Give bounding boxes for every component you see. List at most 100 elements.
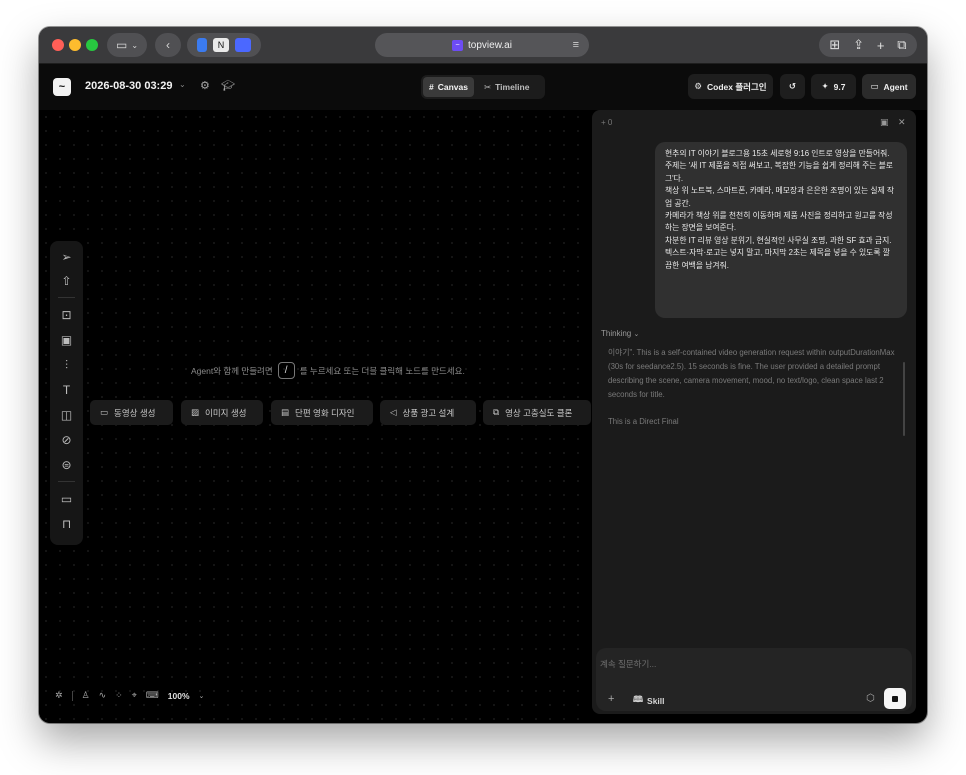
- skill-button[interactable]: 🕮︎ Skill: [633, 694, 665, 708]
- agent-panel: + 0 ▣ ✕ 현추의 IT 이야기 블로그용 15초 세로형 9:16 인트로…: [592, 110, 916, 714]
- codex-plugin-label: Codex 플러그인: [707, 81, 767, 92]
- history-button[interactable]: ↺: [780, 74, 805, 99]
- bag-icon[interactable]: ⊓: [50, 514, 83, 534]
- user-message: 현추의 IT 이야기 블로그용 15초 세로형 9:16 인트로 영상을 만들어…: [655, 142, 907, 318]
- thinking-text: 이야기". This is a self-contained video gen…: [608, 348, 895, 399]
- new-tab-plus-icon[interactable]: +: [877, 38, 885, 53]
- tab-favicon-1[interactable]: [197, 38, 207, 52]
- chevron-down-icon[interactable]: ⌄: [199, 692, 205, 700]
- settings-gear-icon[interactable]: ⚙: [200, 79, 210, 92]
- composer: + 🕮︎ Skill ⬡: [596, 648, 912, 711]
- close-icon[interactable]: ✕: [898, 117, 906, 128]
- hash-icon: #: [429, 82, 434, 92]
- back-button[interactable]: ‹: [155, 33, 181, 57]
- video-add-icon[interactable]: ▣: [50, 330, 83, 350]
- credits-button[interactable]: ✦ 9.7: [811, 74, 856, 99]
- quick-action-product-ad[interactable]: ◁ 상품 광고 설계: [380, 400, 476, 425]
- thinking-final: This is a Direct Final: [608, 417, 679, 426]
- user-message-line: 주제는 '새 IT 제품을 직접 써보고, 복잡한 기능을 쉽게 정리해 주는 …: [665, 161, 893, 183]
- sidebar-toggle-button[interactable]: ▭ ⌄: [107, 33, 147, 57]
- address-bar[interactable]: ~ topview.ai ≡: [375, 33, 589, 57]
- user-message-line: 차분한 IT 리뷰 영상 분위기, 현실적인 사무실 조명, 과한 SF 효과 …: [665, 235, 892, 245]
- thinking-label: Thinking: [601, 329, 632, 338]
- quick-action-image[interactable]: ▨ 이미지 생성: [181, 400, 263, 425]
- folder-icon[interactable]: ▭: [50, 489, 83, 509]
- attachment-counter[interactable]: + 0: [601, 118, 612, 127]
- zoom-window-button[interactable]: [86, 39, 98, 51]
- megaphone-icon: ◁: [390, 407, 397, 417]
- layers-icon[interactable]: ⊜: [50, 455, 83, 475]
- thinking-toggle[interactable]: Thinking ⌄: [601, 329, 639, 338]
- brush-icon[interactable]: ⊘: [50, 430, 83, 450]
- stamp-icon[interactable]: ♙: [82, 690, 90, 701]
- audio-waveform-icon[interactable]: ⫶: [50, 355, 83, 375]
- credits-value: 9.7: [833, 81, 846, 92]
- quick-action-video-clone[interactable]: ⧉ 영상 고충실도 클론: [483, 400, 591, 425]
- canvas-area[interactable]: ➢ ⇧ ⊡ ▣ ⫶ T ◫ ⊘ ⊜ ▭ ⊓ Agent와 함께 만들려면 / 를…: [39, 110, 591, 723]
- stop-icon: [892, 695, 898, 702]
- sticky-note-icon[interactable]: ◫: [50, 405, 83, 425]
- view-switcher: # Canvas ✂ Timeline: [421, 75, 545, 99]
- model-cube-icon[interactable]: ⬡: [866, 693, 875, 704]
- chevron-down-icon[interactable]: ⌄: [179, 80, 186, 89]
- quick-action-label: 영상 고충실도 클론: [505, 407, 573, 418]
- hint-suffix: 를 누르세요 또는 더블 클릭해 노드를 만드세요.: [299, 365, 465, 376]
- minimize-window-button[interactable]: [69, 39, 81, 51]
- bug-icon[interactable]: ✲: [55, 690, 63, 701]
- share-icon[interactable]: ⇪: [853, 37, 864, 53]
- tag-icon[interactable]: ⌖: [132, 690, 137, 701]
- sidebar-icon: ▭: [115, 38, 128, 52]
- copy-icon: ⧉: [493, 407, 500, 417]
- user-message-line: 카메라가 책상 위를 천천히 이동하며 제품 사진을 정리하고 원고를 작성하는…: [665, 211, 893, 233]
- user-message-line: 현추의 IT 이야기 블로그용 15초 세로형 9:16 인트로 영상을 만들어…: [665, 149, 890, 158]
- message-input[interactable]: [600, 656, 880, 672]
- keyboard-icon[interactable]: ⌨: [146, 690, 159, 701]
- user-message-line: 책상 위 노트북, 스마트폰, 카메라, 메모장과 은은한 조명이 있는 실제 …: [665, 186, 895, 208]
- browser-toolbar: ▭ ⌄ ‹ N ~ topview.ai ≡ ⊞ ⇪ + ⧉: [39, 27, 927, 64]
- video-icon: ▭: [100, 407, 109, 417]
- codex-plugin-button[interactable]: ⚙ Codex 플러그인: [688, 74, 773, 99]
- user-message-line: 텍스트·자막·로고는 넣지 말고, 마지막 2초는 제목을 넣을 수 있도록 깔…: [665, 248, 890, 270]
- tab-group[interactable]: N: [187, 33, 261, 57]
- quick-action-label: 동영상 생성: [114, 407, 156, 418]
- text-icon[interactable]: T: [50, 380, 83, 400]
- grid-icon[interactable]: ⊞: [829, 37, 840, 53]
- connector-icon[interactable]: ∿: [99, 690, 107, 701]
- graduation-cap-icon[interactable]: 🎓︎: [221, 79, 235, 92]
- tab-timeline[interactable]: ✂ Timeline: [478, 77, 535, 97]
- tool-palette: ➢ ⇧ ⊡ ▣ ⫶ T ◫ ⊘ ⊜ ▭ ⊓: [50, 241, 83, 545]
- slash-key: /: [277, 362, 295, 379]
- image-add-icon[interactable]: ⊡: [50, 305, 83, 325]
- divider: [71, 690, 73, 701]
- openai-icon: ⚙: [694, 81, 702, 91]
- agent-button[interactable]: ▭ Agent: [862, 74, 916, 99]
- notion-icon[interactable]: N: [213, 38, 229, 52]
- stop-button[interactable]: [884, 688, 906, 709]
- close-window-button[interactable]: [52, 39, 64, 51]
- reader-icon[interactable]: ≡: [573, 39, 579, 51]
- tab-favicon-3[interactable]: [235, 38, 251, 52]
- toolbar-divider: [58, 297, 75, 298]
- zoom-level[interactable]: 100%: [168, 691, 190, 701]
- expand-panel-icon[interactable]: ▣: [880, 117, 889, 128]
- canvas-bottom-toolbar: ✲ ♙ ∿ ⁘ ⌖ ⌨ 100% ⌄: [55, 690, 204, 701]
- toolbar-divider: [58, 481, 75, 482]
- tab-timeline-label: Timeline: [495, 82, 530, 92]
- hint-prefix: Agent와 함께 만들려면: [191, 365, 273, 376]
- history-icon: ↺: [788, 81, 797, 91]
- quick-action-video[interactable]: ▭ 동영상 생성: [90, 400, 173, 425]
- app-logo-icon[interactable]: ~: [53, 78, 71, 96]
- select-pointer-icon[interactable]: ➢: [50, 247, 83, 267]
- upload-icon[interactable]: ⇧: [50, 271, 83, 291]
- grid-icon[interactable]: ⁘: [115, 690, 123, 701]
- project-title[interactable]: 2026-08-30 03:29: [85, 80, 172, 92]
- quick-action-label: 상품 광고 설계: [402, 407, 455, 418]
- site-favicon: ~: [452, 39, 464, 51]
- add-attachment-plus-icon[interactable]: +: [608, 693, 614, 705]
- tab-canvas[interactable]: # Canvas: [423, 77, 474, 97]
- canvas-hint: Agent와 함께 만들려면 / 를 누르세요 또는 더블 클릭해 노드를 만드…: [191, 362, 465, 379]
- scrollbar[interactable]: [903, 362, 905, 436]
- chevron-down-icon: ⌄: [131, 40, 139, 50]
- quick-action-short-film[interactable]: ▤ 단편 영화 디자인: [271, 400, 373, 425]
- tabs-overview-icon[interactable]: ⧉: [897, 37, 906, 53]
